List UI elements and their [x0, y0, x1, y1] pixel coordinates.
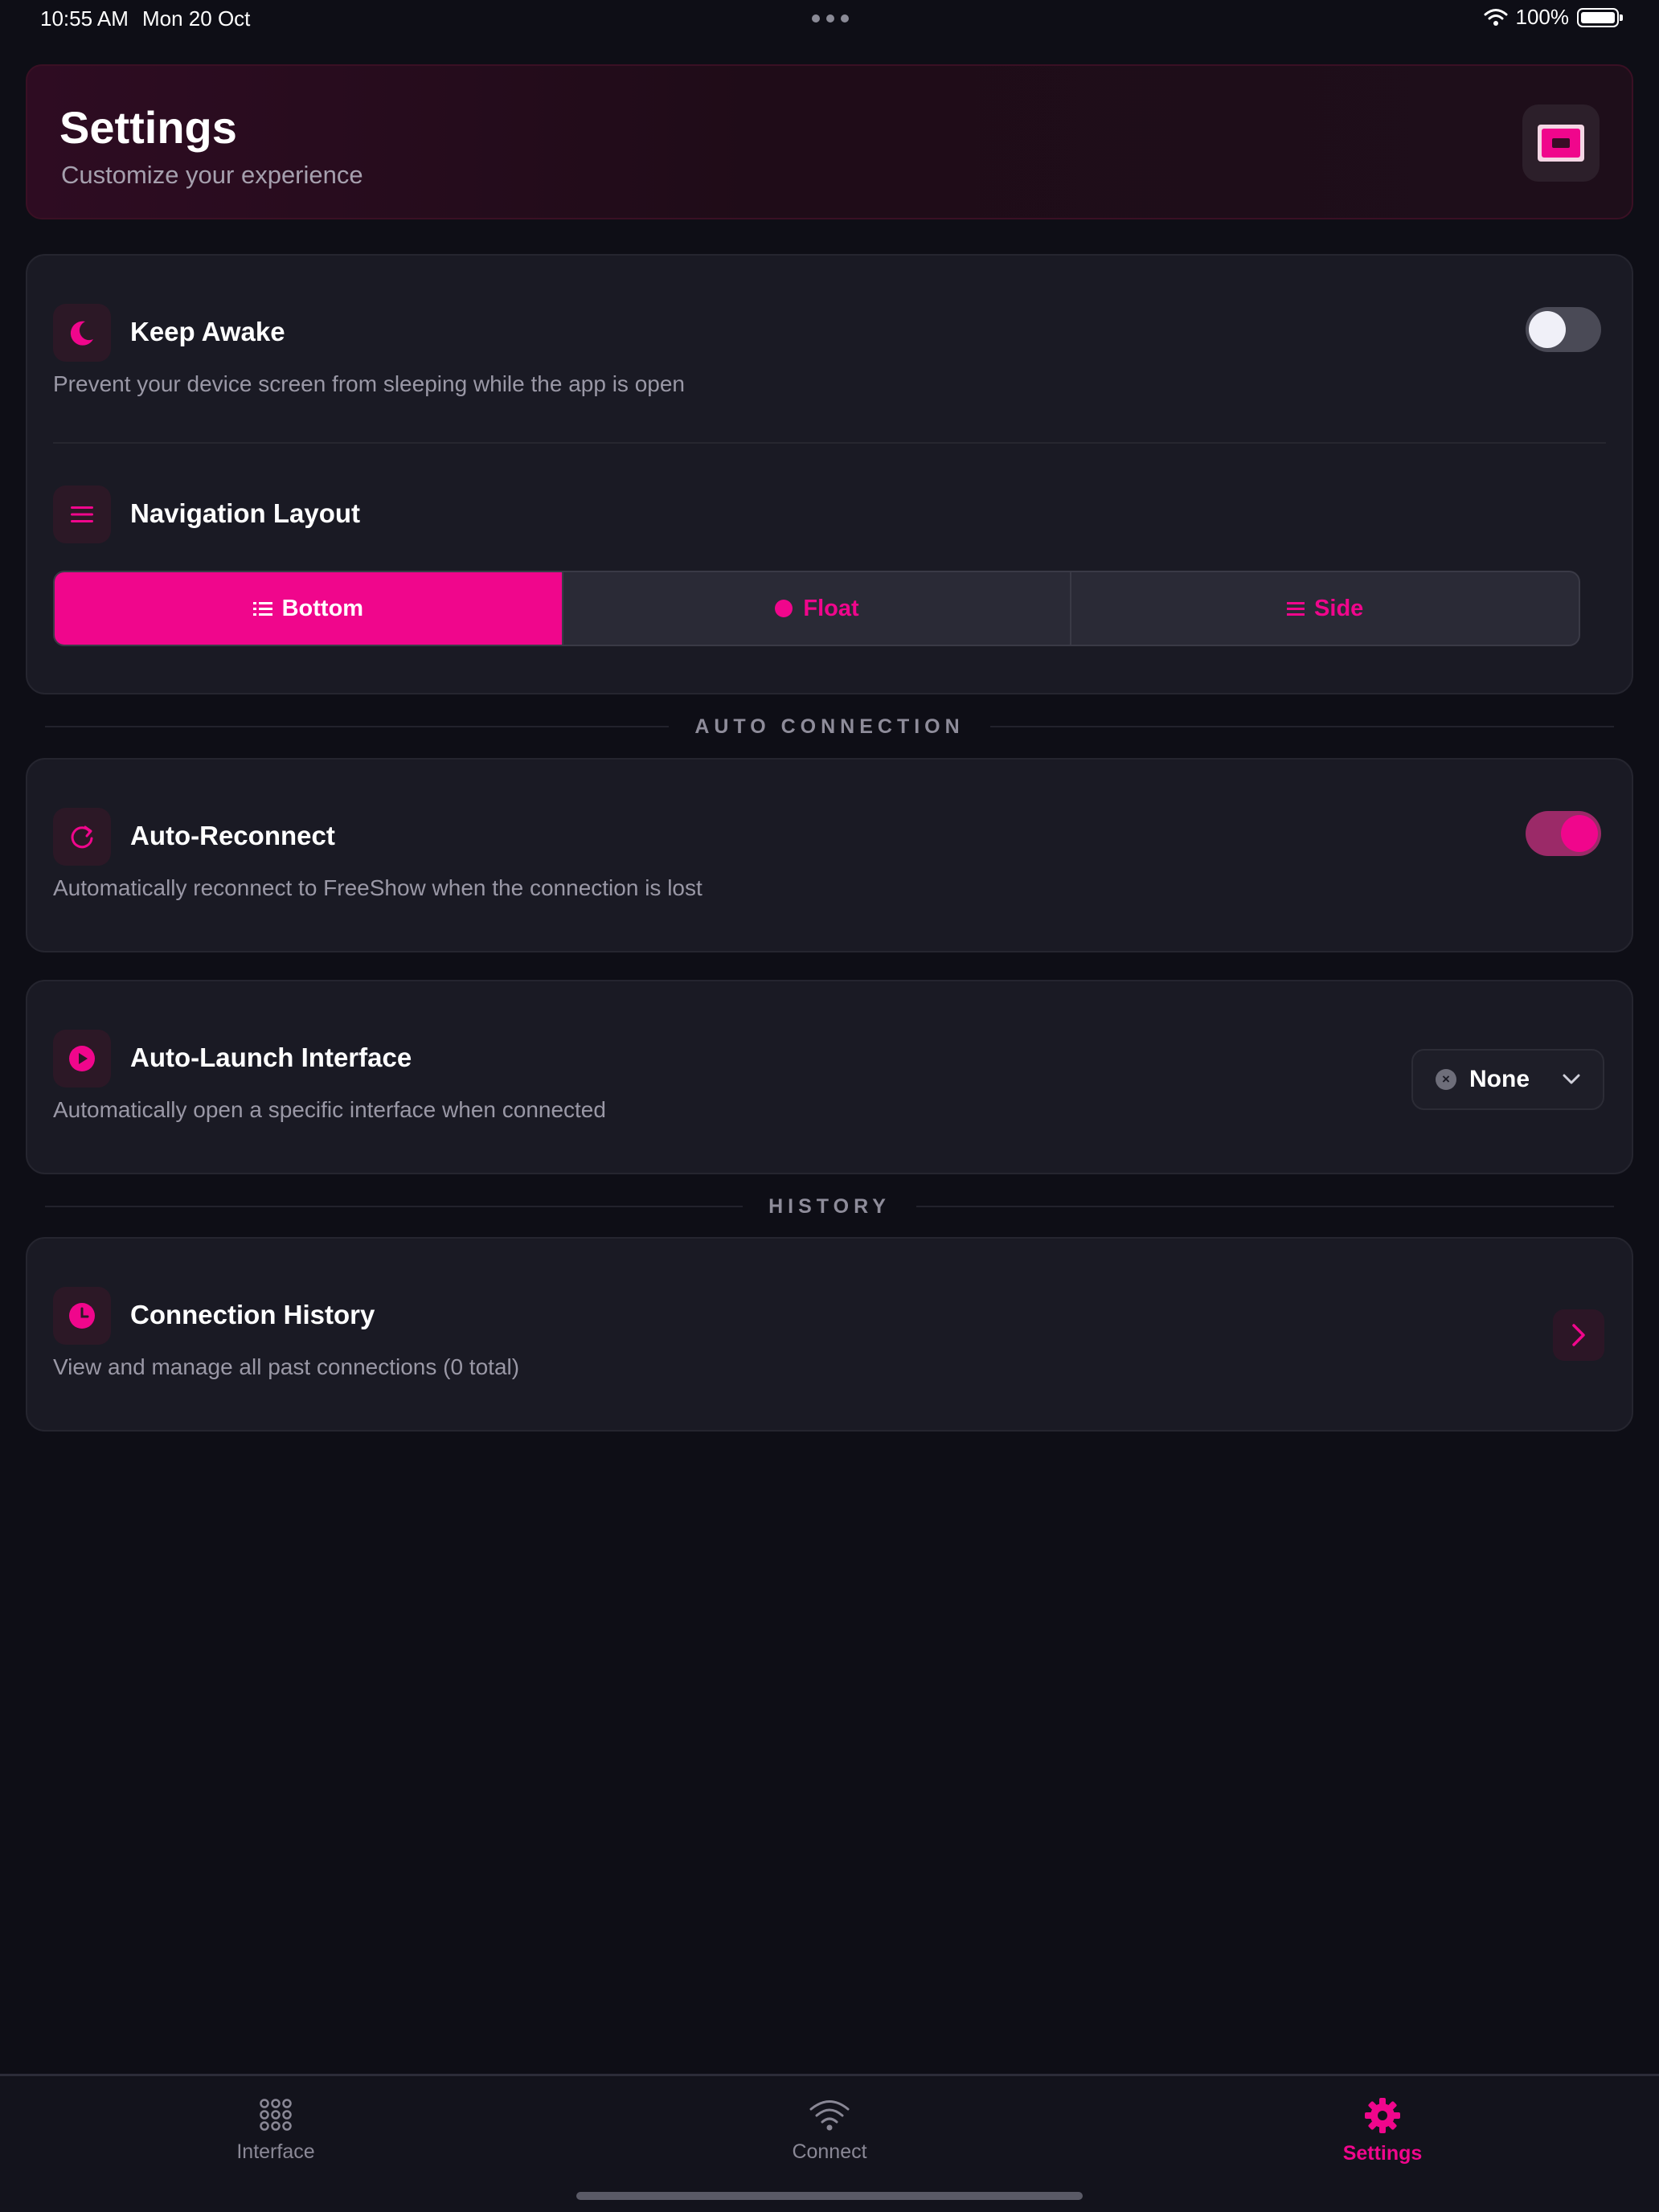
multitasking-dots-icon[interactable]: [812, 14, 849, 23]
layout-option-label: Bottom: [281, 595, 364, 621]
clear-icon: ×: [1436, 1069, 1456, 1090]
divider: [53, 442, 1606, 444]
list-icon: [252, 602, 272, 616]
navigation-layout-title: Navigation Layout: [130, 498, 361, 528]
layout-option-label: Float: [803, 595, 859, 621]
gear-icon: [1365, 2098, 1400, 2133]
chevron-right-icon[interactable]: [1553, 1309, 1604, 1361]
settings-header: Settings Customize your experience: [26, 64, 1633, 219]
menu-icon: [1287, 602, 1305, 616]
status-indicators: 100%: [1484, 5, 1623, 30]
layout-option-side[interactable]: Side: [1071, 572, 1579, 645]
auto-reconnect-title: Auto-Reconnect: [130, 821, 335, 850]
page-subtitle: Customize your experience: [61, 161, 363, 189]
connection-history-card[interactable]: Connection History View and manage all p…: [26, 1237, 1633, 1432]
settings-page: 10:55 AM Mon 20 Oct 100% Settings Custom…: [0, 0, 1659, 2212]
nav-item-connect[interactable]: Connect: [733, 2097, 926, 2164]
status-bar: 10:55 AM Mon 20 Oct 100%: [0, 0, 1659, 39]
connection-history-description: View and manage all past connections (0 …: [53, 1354, 520, 1379]
nav-label: Connect: [792, 2140, 867, 2163]
general-settings-card: Keep Awake Prevent your device screen fr…: [26, 254, 1633, 694]
bottom-navigation: Interface Connect Settings: [0, 2074, 1659, 2212]
keep-awake-title: Keep Awake: [130, 317, 285, 346]
nav-label: Interface: [236, 2140, 315, 2163]
section-heading-history: HISTORY: [45, 1190, 1614, 1223]
auto-launch-description: Automatically open a specific interface …: [53, 1097, 606, 1122]
battery-percent: 100%: [1515, 5, 1570, 29]
status-date: Mon 20 Oct: [142, 6, 251, 31]
keep-awake-description: Prevent your device screen from sleeping…: [53, 371, 685, 396]
play-icon: [53, 1030, 111, 1088]
auto-launch-card: Auto-Launch Interface Automatically open…: [26, 980, 1633, 1174]
auto-reconnect-card: Auto-Reconnect Automatically reconnect t…: [26, 758, 1633, 952]
nav-item-interface[interactable]: Interface: [179, 2097, 372, 2164]
section-heading-label: AUTO CONNECTION: [694, 715, 965, 738]
status-time: 10:55 AM: [40, 6, 129, 31]
refresh-icon: [53, 808, 111, 866]
auto-reconnect-toggle[interactable]: [1526, 811, 1601, 856]
dot-icon: [775, 600, 793, 617]
menu-icon: [53, 485, 111, 543]
connection-history-title: Connection History: [130, 1300, 375, 1329]
nav-label: Settings: [1342, 2142, 1423, 2165]
wifi-status-icon: [1484, 8, 1507, 26]
auto-launch-selected-value: None: [1469, 1066, 1530, 1092]
home-indicator[interactable]: [576, 2192, 1083, 2200]
keep-awake-toggle[interactable]: [1526, 307, 1601, 352]
layout-option-float[interactable]: Float: [563, 572, 1072, 645]
app-logo-icon: [1522, 104, 1600, 182]
section-heading-auto-connection: AUTO CONNECTION: [45, 711, 1614, 743]
layout-option-bottom[interactable]: Bottom: [55, 572, 563, 645]
section-heading-label: HISTORY: [768, 1194, 891, 1218]
layout-option-label: Side: [1314, 595, 1364, 621]
grid-icon: [260, 2099, 292, 2131]
moon-icon: [53, 304, 111, 362]
auto-launch-interface-select[interactable]: × None: [1411, 1049, 1604, 1110]
clock-icon: [53, 1287, 111, 1345]
chevron-down-icon: [1563, 1074, 1580, 1084]
battery-icon: [1577, 7, 1623, 27]
auto-launch-title: Auto-Launch Interface: [130, 1043, 412, 1072]
nav-item-settings[interactable]: Settings: [1286, 2097, 1479, 2165]
wifi-icon: [809, 2100, 850, 2131]
page-title: Settings: [59, 102, 237, 153]
auto-reconnect-description: Automatically reconnect to FreeShow when…: [53, 875, 703, 900]
navigation-layout-selector: Bottom Float Side: [53, 571, 1580, 646]
